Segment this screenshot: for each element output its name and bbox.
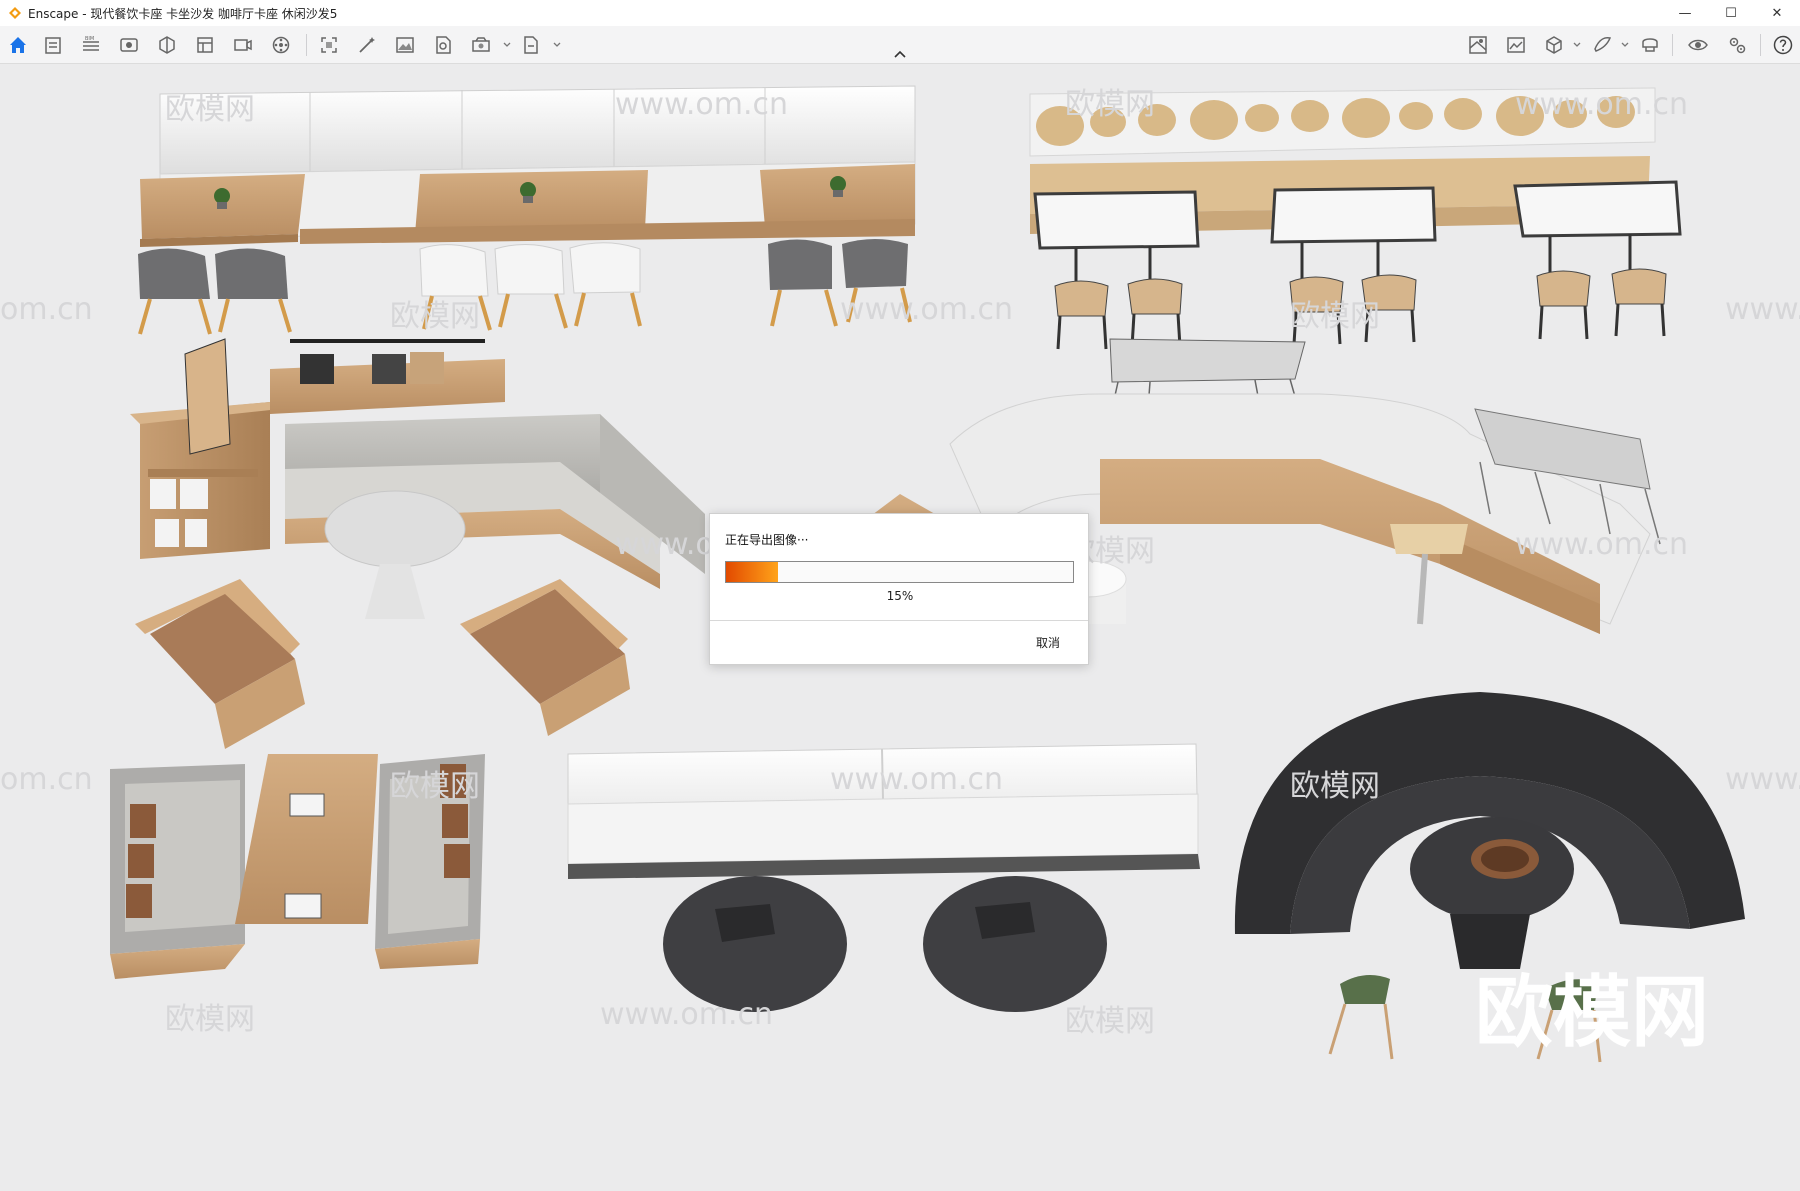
- watermark-text: www.om.cn: [615, 87, 788, 122]
- video-icon[interactable]: [230, 33, 256, 57]
- map-icon[interactable]: [1465, 33, 1491, 57]
- minimize-button[interactable]: —: [1662, 0, 1708, 26]
- cube-icon[interactable]: [1541, 33, 1567, 57]
- settings-icon[interactable]: [1724, 33, 1750, 57]
- chevron-down-icon[interactable]: [502, 40, 512, 50]
- paint-icon[interactable]: [1589, 33, 1615, 57]
- watermark-text: 欧模网: [1065, 1004, 1155, 1039]
- render-image-icon[interactable]: [392, 33, 418, 57]
- watermark-text: www.om.cn: [830, 762, 1003, 797]
- watermark-text: www.om.cn: [1725, 762, 1800, 797]
- maximize-button[interactable]: ☐: [1708, 0, 1754, 26]
- cancel-button[interactable]: 取消: [1036, 634, 1060, 651]
- enscape-logo-icon: [9, 7, 21, 19]
- watermark-text: om.cn: [0, 292, 93, 327]
- watermark-text: 欧模网: [390, 299, 480, 334]
- watermark-text: 欧模网: [1290, 769, 1380, 804]
- chevron-up-icon[interactable]: [890, 48, 910, 62]
- watermark-text: www.om.cn: [1515, 527, 1688, 562]
- image-settings-icon[interactable]: [1503, 33, 1529, 57]
- window-title: Enscape - 现代餐饮卡座 卡坐沙发 咖啡厅卡座 休闲沙发5: [28, 6, 338, 21]
- chevron-down-icon[interactable]: [552, 40, 562, 50]
- panorama-icon[interactable]: [268, 33, 294, 57]
- close-button[interactable]: ✕: [1754, 0, 1800, 26]
- shelf-and-l-sofa: [130, 338, 705, 619]
- file-export-icon[interactable]: [518, 33, 544, 57]
- watermark-text: www.om.cn: [1515, 87, 1688, 122]
- watermark-text: 欧模网: [390, 769, 480, 804]
- watermark-text: 欧模网: [1065, 87, 1155, 122]
- watermark-text: om.cn: [0, 762, 93, 797]
- progress-label: 15%: [886, 589, 914, 603]
- view-icon[interactable]: [116, 33, 142, 57]
- watermark-text: 欧模网: [165, 1002, 255, 1037]
- svg-text:BIM: BIM: [85, 36, 94, 42]
- title-bar: Enscape - 现代餐饮卡座 卡坐沙发 咖啡厅卡座 休闲沙发5 — ☐ ✕: [0, 0, 1800, 26]
- vr-icon[interactable]: [1637, 33, 1663, 57]
- progress-bar: [725, 561, 1074, 583]
- watermark-text: 欧模网: [1290, 299, 1380, 334]
- watermark-text: www.om.cn: [1725, 292, 1800, 327]
- batch-render-icon[interactable]: [468, 33, 494, 57]
- views-icon[interactable]: [192, 33, 218, 57]
- export-message: 正在导出图像···: [725, 533, 809, 547]
- bim-icon[interactable]: BIM: [78, 33, 104, 57]
- enscape-window: Enscape - 现代餐饮卡座 卡坐沙发 咖啡厅卡座 休闲沙发5 — ☐ ✕ …: [0, 0, 1800, 1191]
- watermark-brand: 欧模网: [1475, 968, 1709, 1058]
- export-icon[interactable]: [430, 33, 456, 57]
- watermark-text: www.om.cn: [840, 292, 1013, 327]
- magic-icon[interactable]: [354, 33, 380, 57]
- chevron-down-icon[interactable]: [1572, 40, 1582, 50]
- dialog-divider: [710, 620, 1088, 621]
- eye-icon[interactable]: [1685, 33, 1711, 57]
- home-icon[interactable]: [5, 33, 31, 57]
- watermark-text: 欧模网: [165, 92, 255, 127]
- progress-fill: [726, 562, 779, 582]
- render-viewport[interactable]: 欧模网 www.om.cn 欧模网 www.om.cn om.cn 欧模网 ww…: [0, 64, 1800, 1191]
- assets-icon[interactable]: [40, 33, 66, 57]
- watermark-text: www.om.cn: [600, 997, 773, 1032]
- screenshot-icon[interactable]: [316, 33, 342, 57]
- help-icon[interactable]: [1770, 33, 1796, 57]
- chevron-down-icon[interactable]: [1620, 40, 1630, 50]
- visual-settings-icon[interactable]: [154, 33, 180, 57]
- export-progress-dialog: 正在导出图像··· 15% 取消: [709, 513, 1089, 665]
